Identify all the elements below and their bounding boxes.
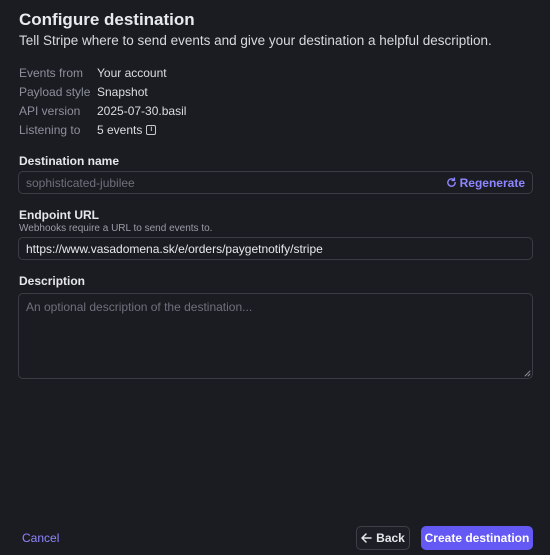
api-version-key: API version (19, 103, 81, 118)
payload-style-key: Payload style (19, 84, 91, 99)
description-textarea[interactable]: An optional description of the destinati… (18, 293, 533, 379)
create-destination-button[interactable]: Create destination (421, 526, 533, 550)
cancel-button[interactable]: Cancel (22, 531, 59, 545)
events-from-value: Your account (97, 65, 167, 80)
endpoint-url-hint: Webhooks require a URL to send events to… (19, 223, 213, 234)
payload-style-row: Payload style Snapshot (19, 82, 186, 101)
back-label: Back (376, 531, 405, 545)
regenerate-label: Regenerate (459, 175, 525, 190)
payload-style-value: Snapshot (97, 84, 148, 99)
regenerate-button[interactable]: Regenerate (446, 176, 525, 190)
refresh-icon (446, 177, 456, 187)
create-destination-label: Create destination (424, 531, 530, 545)
description-label: Description (19, 274, 86, 288)
listening-to-key: Listening to (19, 122, 81, 137)
api-version-value: 2025-07-30.basil (97, 103, 187, 118)
endpoint-url-field[interactable]: https://www.vasadomena.sk/e/orders/payge… (18, 237, 533, 260)
back-button[interactable]: Back (356, 526, 410, 550)
endpoint-url-label: Endpoint URL (19, 208, 99, 222)
configure-destination-page: Configure destination Tell Stripe where … (0, 0, 550, 555)
api-version-row: API version 2025-07-30.basil (19, 101, 186, 120)
page-title: Configure destination (19, 10, 195, 29)
events-from-key: Events from (19, 65, 84, 80)
info-icon[interactable]: i (146, 124, 157, 135)
resize-handle-icon[interactable] (524, 370, 531, 377)
listening-to-row: Listening to 5 events i (19, 120, 186, 139)
endpoint-url-value: https://www.vasadomena.sk/e/orders/payge… (26, 241, 323, 256)
events-from-row: Events from Your account (19, 63, 186, 82)
page-subtitle: Tell Stripe where to send events and giv… (19, 33, 492, 48)
destination-name-placeholder: sophisticated-jubilee (26, 175, 135, 190)
destination-name-field[interactable]: sophisticated-jubilee Regenerate (18, 171, 533, 194)
arrow-left-icon (361, 533, 372, 543)
description-placeholder: An optional description of the destinati… (26, 300, 253, 314)
destination-summary: Events from Your account Payload style S… (19, 63, 186, 139)
listening-to-count: 5 events (97, 122, 143, 137)
listening-to-value: 5 events i (97, 122, 157, 137)
destination-name-label: Destination name (19, 154, 120, 168)
